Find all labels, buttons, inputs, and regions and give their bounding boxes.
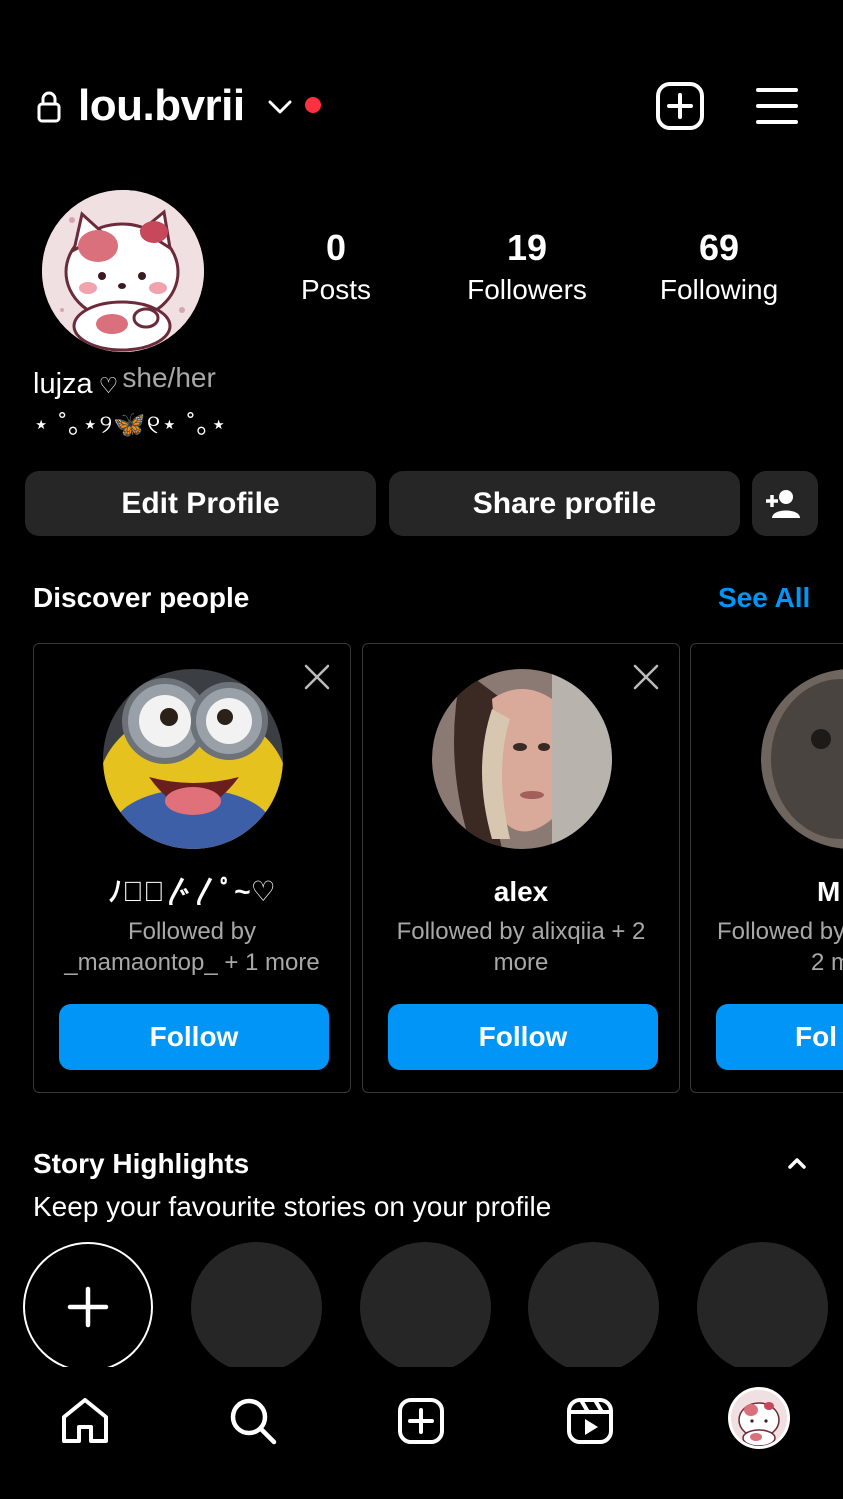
story-highlights-subtitle: Keep your favourite stories on your prof… xyxy=(33,1191,552,1222)
profile-name-line: lujza ♡ she/her xyxy=(33,362,216,406)
search-icon[interactable] xyxy=(225,1393,281,1449)
follow-button[interactable]: Fol xyxy=(716,1004,843,1070)
profile-bio: ⋆ ˚｡⋆୨🦋୧⋆ ˚｡⋆ xyxy=(33,409,228,439)
pronouns: she/her xyxy=(122,362,216,393)
posts-stat: 0 Posts xyxy=(251,226,421,310)
bottom-navigation xyxy=(0,1367,843,1499)
suggestion-name[interactable]: ﾉ𝄞ﾟ〴〳ﾟ~♡ xyxy=(34,872,350,912)
discover-people-title: Discover people xyxy=(33,582,250,613)
heart-symbol: ♡ xyxy=(98,373,119,398)
share-profile-button[interactable]: Share profile xyxy=(389,471,740,536)
display-name: lujza xyxy=(33,368,93,400)
plus-icon xyxy=(67,1286,109,1328)
menu-icon xyxy=(756,88,798,124)
posts-label: Posts xyxy=(300,274,372,305)
followers-stat[interactable]: 19 Followers xyxy=(442,226,612,310)
chevron-up-icon[interactable] xyxy=(785,1153,809,1173)
suggestion-name[interactable]: M xyxy=(817,872,840,912)
suggestion-name[interactable]: alex xyxy=(363,872,679,912)
posts-count: 0 xyxy=(325,227,347,268)
new-highlight-button[interactable] xyxy=(23,1242,153,1372)
home-icon[interactable] xyxy=(57,1393,113,1449)
followed-by-text: Followed by _mamaontop_ + 1 more xyxy=(64,918,320,976)
followed-by-text: Followed by alixqiia + 2 more xyxy=(396,918,646,976)
followers-label: Followers xyxy=(467,274,587,305)
suggestion-avatar[interactable] xyxy=(761,669,843,849)
following-count: 69 xyxy=(698,227,740,268)
close-icon[interactable] xyxy=(631,662,661,692)
following-stat[interactable]: 69 Following xyxy=(634,226,804,310)
chevron-down-icon[interactable] xyxy=(266,94,294,118)
suggestion-card[interactable]: ﾉ𝄞ﾟ〴〳ﾟ~♡ Followed by _mamaontop_ + 1 mor… xyxy=(33,643,351,1093)
discover-people-button[interactable] xyxy=(752,471,818,536)
person-add-icon xyxy=(766,489,800,518)
follow-button[interactable]: Follow xyxy=(388,1004,658,1070)
following-label: Following xyxy=(659,274,779,305)
followed-by-text-more: 2 m xyxy=(811,949,843,976)
close-icon[interactable] xyxy=(302,662,332,692)
suggestion-card[interactable]: alex Followed by alixqiia + 2 more Follo… xyxy=(362,643,680,1093)
lock-icon xyxy=(36,90,62,124)
menu-button[interactable] xyxy=(749,78,805,134)
highlight-placeholder xyxy=(360,1242,491,1373)
suggestion-avatar[interactable] xyxy=(103,669,283,849)
see-all-link[interactable]: See All xyxy=(718,578,810,618)
highlight-placeholder xyxy=(697,1242,828,1373)
profile-username[interactable]: lou.bvrii xyxy=(78,78,245,134)
suggestion-avatar[interactable] xyxy=(432,669,612,849)
reels-icon[interactable] xyxy=(562,1393,618,1449)
edit-profile-button[interactable]: Edit Profile xyxy=(25,471,376,536)
create-icon[interactable] xyxy=(393,1393,449,1449)
follow-button[interactable]: Follow xyxy=(59,1004,329,1070)
new-post-icon xyxy=(656,82,704,130)
followed-by-text: Followed by xyxy=(717,918,843,945)
profile-avatar[interactable] xyxy=(728,1387,790,1449)
highlight-placeholder xyxy=(191,1242,322,1373)
highlight-placeholder xyxy=(528,1242,659,1373)
new-post-button[interactable] xyxy=(652,78,708,134)
story-highlights-title: Story Highlights xyxy=(33,1148,250,1179)
profile-avatar[interactable] xyxy=(42,190,204,352)
followers-count: 19 xyxy=(506,227,548,268)
suggestion-card[interactable]: M Followed by 2 m Fol xyxy=(690,643,843,1093)
notification-dot xyxy=(305,97,321,113)
